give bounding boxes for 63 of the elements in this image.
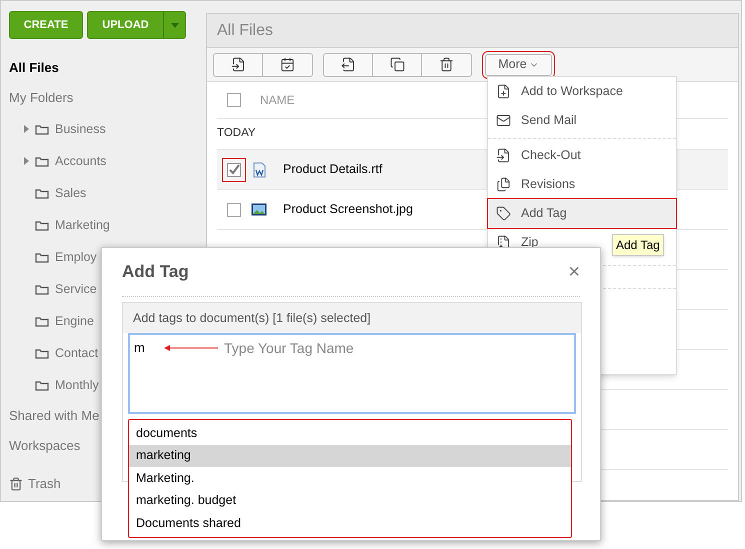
- expand-caret-icon[interactable]: [24, 125, 29, 133]
- checkbox[interactable]: [227, 202, 241, 216]
- document-icon: [252, 162, 266, 178]
- more-button[interactable]: More: [485, 54, 552, 76]
- folder-icon: [35, 316, 49, 326]
- group-label: TODAY: [217, 126, 256, 142]
- folder-item[interactable]: Service: [55, 280, 97, 298]
- close-button[interactable]: ×: [568, 262, 580, 282]
- calendar-check-icon: [280, 57, 295, 72]
- column-header: NAME: [260, 92, 295, 109]
- file-name[interactable]: Product Details.rtf: [283, 160, 382, 179]
- suggestion-item[interactable]: Documents shared: [129, 512, 571, 534]
- checkbox[interactable]: [227, 93, 241, 107]
- folder-item[interactable]: Monthly: [55, 376, 99, 394]
- suggestion-item[interactable]: Marketing.: [129, 467, 571, 490]
- dialog-title: Add Tag: [122, 261, 189, 284]
- add-document-icon: [496, 84, 511, 99]
- folder-item[interactable]: Contact: [55, 344, 98, 362]
- folder-item[interactable]: Employ: [55, 248, 97, 266]
- documents-icon: [496, 177, 511, 192]
- document-arrow-icon: [496, 148, 511, 163]
- file-name[interactable]: Product Screenshot.jpg: [283, 200, 413, 219]
- suggestion-item[interactable]: documents: [129, 422, 571, 444]
- folder-item[interactable]: Engine: [55, 312, 94, 330]
- menu-item[interactable]: Send Mail: [488, 106, 676, 135]
- panel-title: All Files: [217, 20, 274, 40]
- folder-icon: [35, 220, 49, 230]
- trash-item[interactable]: Trash: [9, 474, 61, 494]
- folder-icon: [35, 380, 49, 390]
- trash-icon: [9, 477, 23, 491]
- folder-icon: [35, 188, 49, 198]
- document-arrow-icon: [230, 57, 246, 72]
- dropdown-caret-icon[interactable]: [170, 22, 178, 28]
- menu-item[interactable]: Add Tag: [488, 199, 676, 228]
- folder-icon: [35, 124, 49, 134]
- expand-caret-icon[interactable]: [24, 157, 29, 165]
- sidebar-item[interactable]: My Folders: [9, 88, 74, 108]
- folder-icon: [35, 156, 49, 166]
- suggestion-item[interactable]: marketing. budget: [129, 490, 571, 512]
- folder-item[interactable]: Accounts: [55, 152, 106, 170]
- dialog-header: Add tags to document(s) [1 file(s) selected]: [133, 310, 371, 327]
- folder-item[interactable]: Marketing: [55, 216, 110, 234]
- copy-icon: [390, 57, 404, 72]
- folder-item[interactable]: Business: [55, 120, 106, 138]
- tag-input-value: m: [134, 340, 145, 355]
- trash-icon: [439, 57, 454, 72]
- folder-icon: [35, 252, 49, 262]
- image-icon: [251, 203, 267, 216]
- sidebar-item[interactable]: Workspaces: [9, 436, 80, 456]
- menu-item[interactable]: Add to Workspace: [488, 77, 676, 106]
- mail-icon: [496, 113, 511, 128]
- folder-item[interactable]: Sales: [55, 184, 86, 202]
- folder-icon: [35, 284, 49, 294]
- tag-icon: [496, 206, 511, 221]
- suggestion-item[interactable]: marketing: [129, 444, 571, 467]
- folder-icon: [35, 348, 49, 358]
- sidebar-item[interactable]: Shared with Me: [9, 406, 100, 426]
- menu-item[interactable]: Check-Out: [488, 141, 676, 170]
- sidebar-item[interactable]: All Files: [9, 58, 59, 78]
- export-icon: [340, 57, 356, 72]
- annotation-text: Type Your Tag Name: [224, 339, 354, 358]
- tooltip: Add Tag: [612, 234, 664, 256]
- annotation-arrow: [164, 345, 218, 351]
